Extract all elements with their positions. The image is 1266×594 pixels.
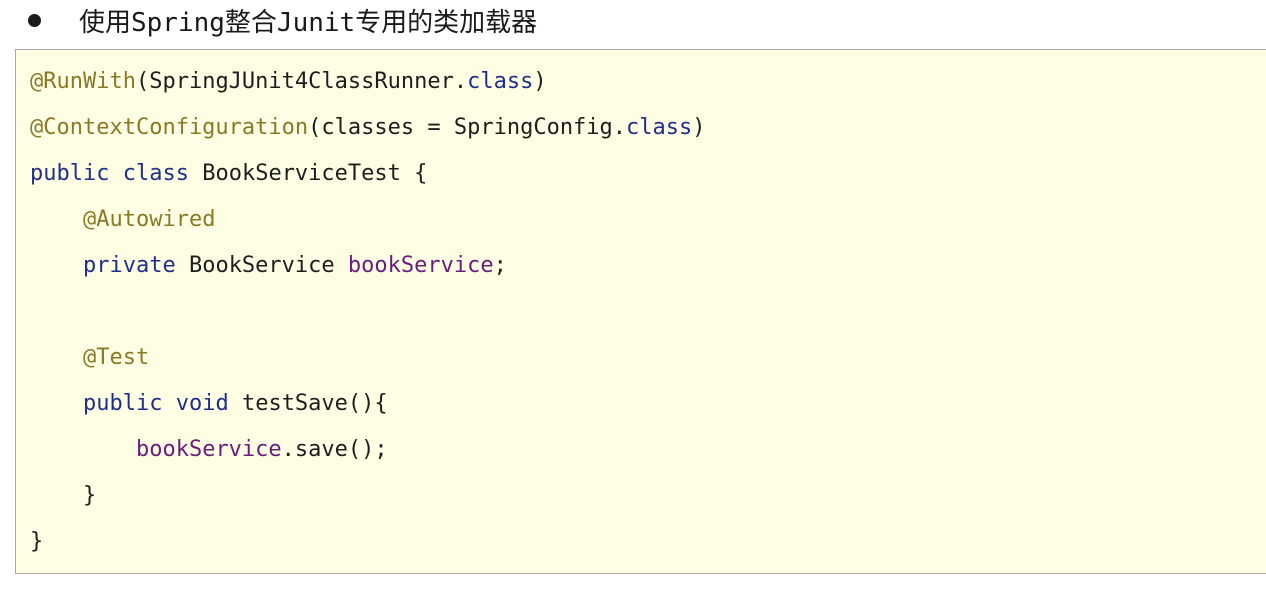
code-line-9: bookService.save();: [30, 434, 388, 466]
field-reference: bookService: [135, 437, 282, 462]
bullet-heading: 使用Spring整合Junit专用的类加载器: [28, 2, 537, 38]
keyword-public: public: [30, 161, 110, 186]
code-line-5: private BookService bookService;: [30, 250, 507, 282]
class-declaration: BookServiceTest {: [202, 161, 428, 186]
annotation-autowired: @Autowired: [82, 207, 216, 232]
heading-text: 使用Spring整合Junit专用的类加载器: [79, 7, 538, 38]
code-line-4: @Autowired: [30, 204, 215, 236]
annotation-contextconfiguration: @ContextConfiguration: [30, 115, 309, 140]
keyword-void: void: [175, 391, 229, 416]
keyword-class: class: [122, 161, 189, 186]
code-line-10: }: [30, 480, 96, 512]
semicolon: ;: [493, 253, 507, 278]
keyword-private: private: [82, 253, 176, 278]
keyword-class: class: [467, 69, 534, 94]
code-line-3: public class BookServiceTest {: [30, 158, 427, 190]
contextconfiguration-args: (classes = SpringConfig.: [308, 115, 627, 140]
code-block: @RunWith(SpringJUnit4ClassRunner.class) …: [15, 49, 1266, 574]
annotation-runwith: @RunWith: [30, 69, 136, 94]
keyword-public: public: [82, 391, 163, 416]
code-line-8: public void testSave(){: [30, 388, 388, 420]
keyword-class: class: [626, 115, 693, 140]
code-line-7: @Test: [30, 342, 149, 374]
close-paren: ): [533, 69, 547, 94]
field-type: BookService: [188, 253, 335, 278]
code-line-2: @ContextConfiguration(classes = SpringCo…: [30, 112, 706, 144]
class-close-brace: }: [30, 529, 44, 554]
code-line-1: @RunWith(SpringJUnit4ClassRunner.class): [30, 66, 547, 98]
method-call: .save();: [281, 437, 388, 462]
field-name: bookService: [347, 253, 494, 278]
runwith-args: (SpringJUnit4ClassRunner.: [135, 69, 468, 94]
bullet-dot-icon: [28, 13, 41, 27]
annotation-test: @Test: [82, 345, 150, 370]
code-line-11: }: [30, 526, 43, 558]
close-paren: ): [692, 115, 706, 140]
method-close-brace: }: [82, 483, 97, 508]
method-declaration: testSave(){: [241, 391, 388, 416]
